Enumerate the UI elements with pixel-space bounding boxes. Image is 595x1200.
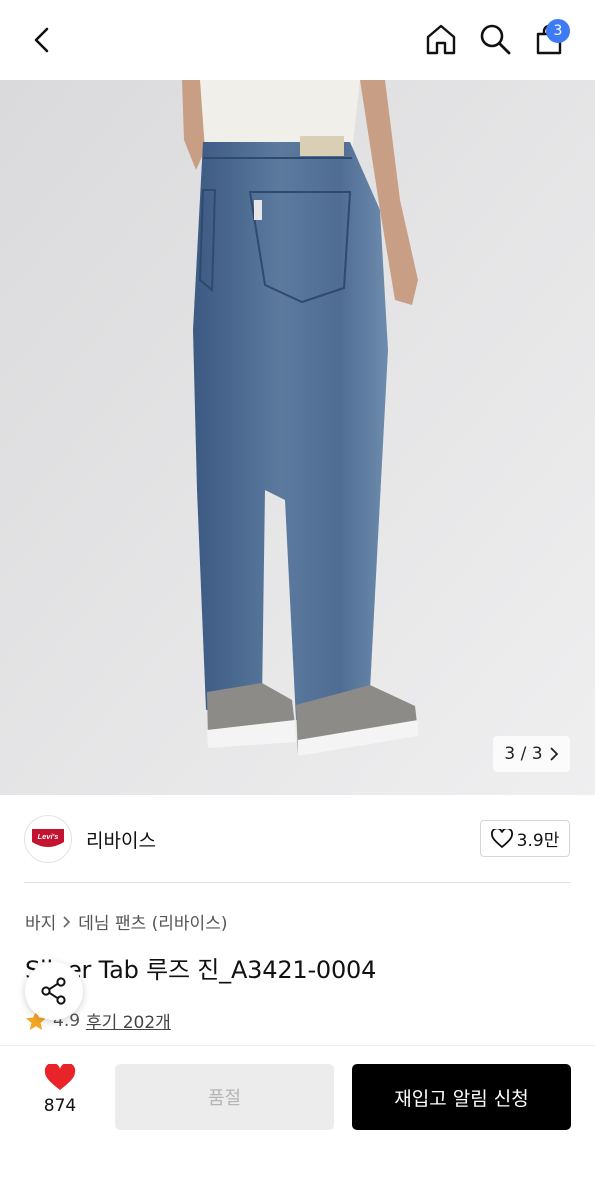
pager-text: 3 / 3 xyxy=(504,744,543,764)
chevron-left-icon xyxy=(34,27,49,53)
brand-like-button[interactable]: 3.9만 xyxy=(480,820,570,857)
heart-outline-icon xyxy=(490,828,513,848)
search-icon xyxy=(480,24,511,55)
wishlist-button[interactable]: 874 xyxy=(30,1064,90,1124)
levis-logo: Levi's xyxy=(32,829,64,847)
home-icon xyxy=(426,24,456,55)
breadcrumb-item[interactable]: 바지 xyxy=(25,909,56,934)
cart-count-badge: 3 xyxy=(546,19,570,43)
divider xyxy=(24,882,571,883)
chevron-right-icon xyxy=(549,747,558,761)
brand-row: Levi's 리바이스 3.9만 xyxy=(0,800,595,882)
soldout-button[interactable]: 품절 xyxy=(115,1064,334,1130)
share-button[interactable] xyxy=(25,962,83,1020)
home-button[interactable] xyxy=(420,18,462,60)
top-nav-bar: 3 xyxy=(0,0,595,80)
search-button[interactable] xyxy=(474,18,516,60)
share-icon xyxy=(41,977,66,1005)
product-image[interactable] xyxy=(0,80,595,795)
back-button[interactable] xyxy=(22,20,62,60)
breadcrumb-item[interactable]: 데님 팬츠 (리바이스) xyxy=(78,909,227,934)
breadcrumb: 바지 데님 팬츠 (리바이스) xyxy=(25,909,227,934)
wishlist-count: 874 xyxy=(43,1096,77,1116)
heart-filled-icon xyxy=(44,1064,76,1090)
brand-logo[interactable]: Levi's xyxy=(24,815,72,863)
image-pager[interactable]: 3 / 3 xyxy=(493,736,570,772)
jeans-photo xyxy=(0,80,595,795)
brand-name[interactable]: 리바이스 xyxy=(86,826,156,853)
brand-like-count: 3.9만 xyxy=(516,831,560,851)
chevron-right-icon xyxy=(63,915,71,928)
svg-text:Levi's: Levi's xyxy=(38,832,59,841)
review-link[interactable]: 후기 202개 xyxy=(86,1008,171,1033)
restock-alert-button[interactable]: 재입고 알림 신청 xyxy=(352,1064,571,1130)
